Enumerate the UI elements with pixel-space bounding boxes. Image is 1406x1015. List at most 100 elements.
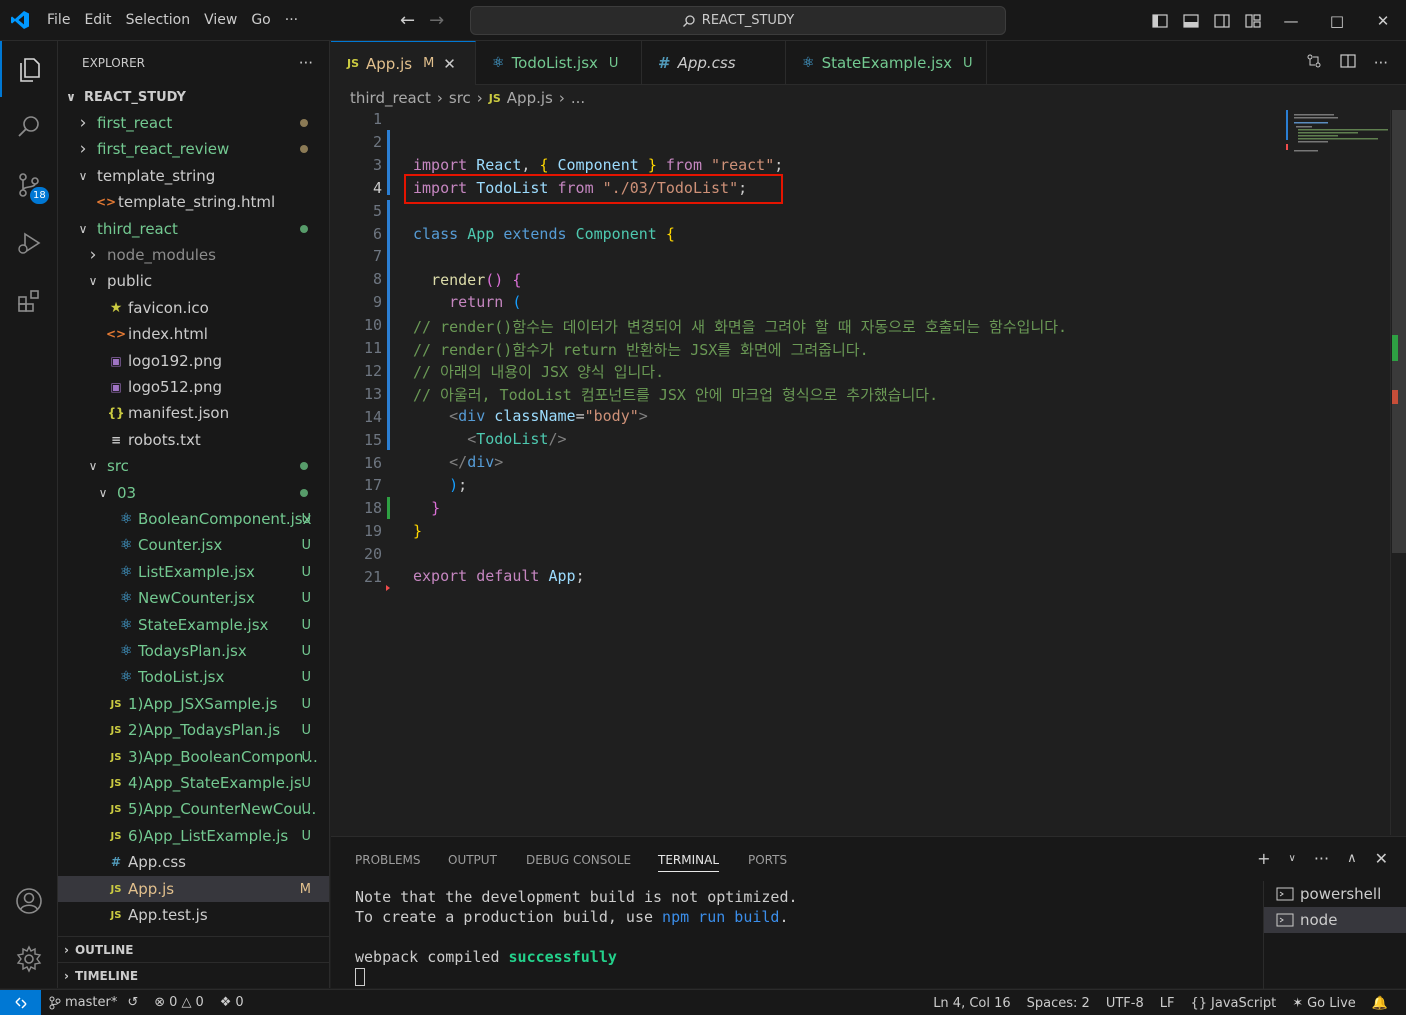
tree-item[interactable]: ⚛ NewCounter.jsx U: [58, 585, 329, 611]
back-arrow-icon[interactable]: ←: [400, 10, 415, 31]
close-tab-icon[interactable]: ✕: [443, 55, 456, 73]
menu-more[interactable]: ···: [278, 0, 305, 41]
tab-debug-console[interactable]: DEBUG CONSOLE: [526, 853, 631, 867]
tree-item[interactable]: ∨ public: [58, 268, 329, 294]
editor-tab[interactable]: # App.css: [642, 41, 786, 85]
tab-terminal[interactable]: TERMINAL: [658, 853, 720, 872]
editor-more-icon[interactable]: ···: [1374, 54, 1388, 72]
toggle-secondary-sidebar-icon[interactable]: [1206, 0, 1237, 41]
editor-tab[interactable]: JS App.js M ✕: [331, 41, 476, 85]
tree-item[interactable]: JS 4)App_StateExample.js U: [58, 770, 329, 796]
tab-output[interactable]: OUTPUT: [448, 853, 497, 867]
tree-item[interactable]: JS 5)App_CounterNewCou... U: [58, 796, 329, 822]
tree-item[interactable]: ⚛ BooleanComponent.jsx U: [58, 506, 329, 532]
sync-icon[interactable]: ↺: [127, 995, 138, 1010]
tab-problems[interactable]: PROBLEMS: [355, 853, 421, 867]
settings-gear-icon[interactable]: [0, 931, 58, 987]
tree-item[interactable]: ∨ template_string: [58, 163, 329, 189]
timeline-section[interactable]: › TIMELINE: [58, 962, 329, 988]
close-icon[interactable]: ✕: [1360, 0, 1406, 41]
tree-item[interactable]: ▣ logo512.png: [58, 374, 329, 400]
menu-selection[interactable]: Selection: [119, 0, 198, 41]
minimap[interactable]: [1286, 110, 1390, 170]
tree-item-label: manifest.json: [128, 404, 230, 422]
breadcrumb-item[interactable]: third_react: [350, 89, 431, 107]
close-panel-icon[interactable]: ✕: [1375, 849, 1388, 868]
new-terminal-icon[interactable]: +: [1257, 849, 1270, 868]
encoding[interactable]: UTF-8: [1098, 996, 1152, 1011]
tree-item[interactable]: ⚛ Counter.jsx U: [58, 532, 329, 558]
tree-item[interactable]: ⚛ TodaysPlan.jsx U: [58, 638, 329, 664]
tree-item[interactable]: ★ favicon.ico: [58, 295, 329, 321]
cursor-position[interactable]: Ln 4, Col 16: [925, 996, 1018, 1011]
tree-item[interactable]: › node_modules: [58, 242, 329, 268]
breadcrumb-item[interactable]: src: [449, 89, 471, 107]
tree-item[interactable]: ∨ 03: [58, 480, 329, 506]
indentation[interactable]: Spaces: 2: [1019, 996, 1098, 1011]
json-file-icon: {}: [107, 406, 125, 420]
compare-changes-icon[interactable]: [1306, 53, 1322, 73]
forward-arrow-icon[interactable]: →: [429, 10, 444, 31]
outline-section[interactable]: › OUTLINE: [58, 936, 329, 962]
tree-item[interactable]: <> index.html: [58, 321, 329, 347]
breadcrumb-item[interactable]: ...: [571, 89, 585, 107]
tree-item[interactable]: JS 1)App_JSXSample.js U: [58, 691, 329, 717]
menu-edit[interactable]: Edit: [77, 0, 118, 41]
tree-item[interactable]: ⚛ StateExample.jsx U: [58, 612, 329, 638]
workspace-root[interactable]: ∨ REACT_STUDY: [58, 84, 329, 110]
extensions-icon[interactable]: [0, 273, 58, 329]
customize-layout-icon[interactable]: [1237, 0, 1268, 41]
go-live-button[interactable]: ✶ Go Live: [1284, 996, 1364, 1011]
toggle-panel-icon[interactable]: [1175, 0, 1206, 41]
accounts-icon[interactable]: [0, 873, 58, 929]
search-icon[interactable]: [0, 99, 58, 155]
tree-item[interactable]: ⚛ TodoList.jsx U: [58, 664, 329, 690]
editor-tab[interactable]: ⚛ StateExample.jsx U: [786, 41, 987, 85]
tree-item[interactable]: ⚛ ListExample.jsx U: [58, 559, 329, 585]
source-control-icon[interactable]: 18: [0, 157, 58, 213]
tree-item[interactable]: {} manifest.json: [58, 400, 329, 426]
scrollbar-thumb[interactable]: [1392, 110, 1406, 553]
tree-item[interactable]: JS 6)App_ListExample.js U: [58, 823, 329, 849]
tree-item[interactable]: ∨ third_react: [58, 216, 329, 242]
tree-item[interactable]: <> template_string.html: [58, 189, 329, 215]
chevron-down-icon[interactable]: ∨: [1288, 853, 1295, 864]
branch-status[interactable]: master* ↺: [41, 995, 146, 1010]
editor-scrollbar[interactable]: [1390, 110, 1406, 835]
code-editor[interactable]: 1 2 3 4 5 6 7 8 9 10 11 12 13 14 15 16 17 18 19 20 21 import…: [331, 110, 1390, 835]
tree-item[interactable]: JS App.test.js: [58, 902, 329, 928]
tab-ports[interactable]: PORTS: [748, 853, 787, 867]
command-center[interactable]: REACT_STUDY: [470, 6, 1006, 35]
menu-go[interactable]: Go: [244, 0, 277, 41]
minimize-icon[interactable]: —: [1268, 0, 1314, 41]
notifications-bell-icon[interactable]: 🔔: [1364, 996, 1396, 1011]
tree-item[interactable]: ≡ robots.txt: [58, 427, 329, 453]
terminal-item-powershell[interactable]: powershell: [1264, 881, 1406, 907]
explorer-more-icon[interactable]: ···: [299, 54, 313, 72]
tree-item[interactable]: ▣ logo192.png: [58, 348, 329, 374]
tree-item[interactable]: › first_react_review: [58, 136, 329, 162]
editor-tab[interactable]: ⚛ TodoList.jsx U: [476, 41, 642, 85]
language-mode[interactable]: {} JavaScript: [1182, 996, 1284, 1011]
problems-status[interactable]: ⊗ 0 △ 0: [146, 995, 211, 1010]
toggle-primary-sidebar-icon[interactable]: [1144, 0, 1175, 41]
tree-item[interactable]: JS App.js M: [58, 876, 329, 902]
panel-more-icon[interactable]: ···: [1314, 849, 1329, 868]
breadcrumb-item[interactable]: App.js: [507, 89, 553, 107]
end-of-line[interactable]: LF: [1152, 996, 1183, 1011]
explorer-icon[interactable]: [0, 41, 58, 97]
tree-item[interactable]: JS 3)App_BooleanCompon... U: [58, 744, 329, 770]
menu-view[interactable]: View: [197, 0, 244, 41]
maximize-icon[interactable]: □: [1314, 0, 1360, 41]
tree-item[interactable]: # App.css: [58, 849, 329, 875]
tree-item[interactable]: › first_react: [58, 110, 329, 136]
run-debug-icon[interactable]: [0, 215, 58, 271]
tree-item[interactable]: ∨ src: [58, 453, 329, 479]
tree-item[interactable]: JS 2)App_TodaysPlan.js U: [58, 717, 329, 743]
split-editor-icon[interactable]: [1340, 53, 1356, 73]
maximize-panel-icon[interactable]: ∧: [1347, 851, 1357, 866]
menu-file[interactable]: File: [40, 0, 77, 41]
ports-status[interactable]: ❖ 0: [212, 995, 252, 1010]
terminal-item-node[interactable]: node: [1264, 907, 1406, 933]
remote-indicator-icon[interactable]: [0, 989, 41, 1015]
